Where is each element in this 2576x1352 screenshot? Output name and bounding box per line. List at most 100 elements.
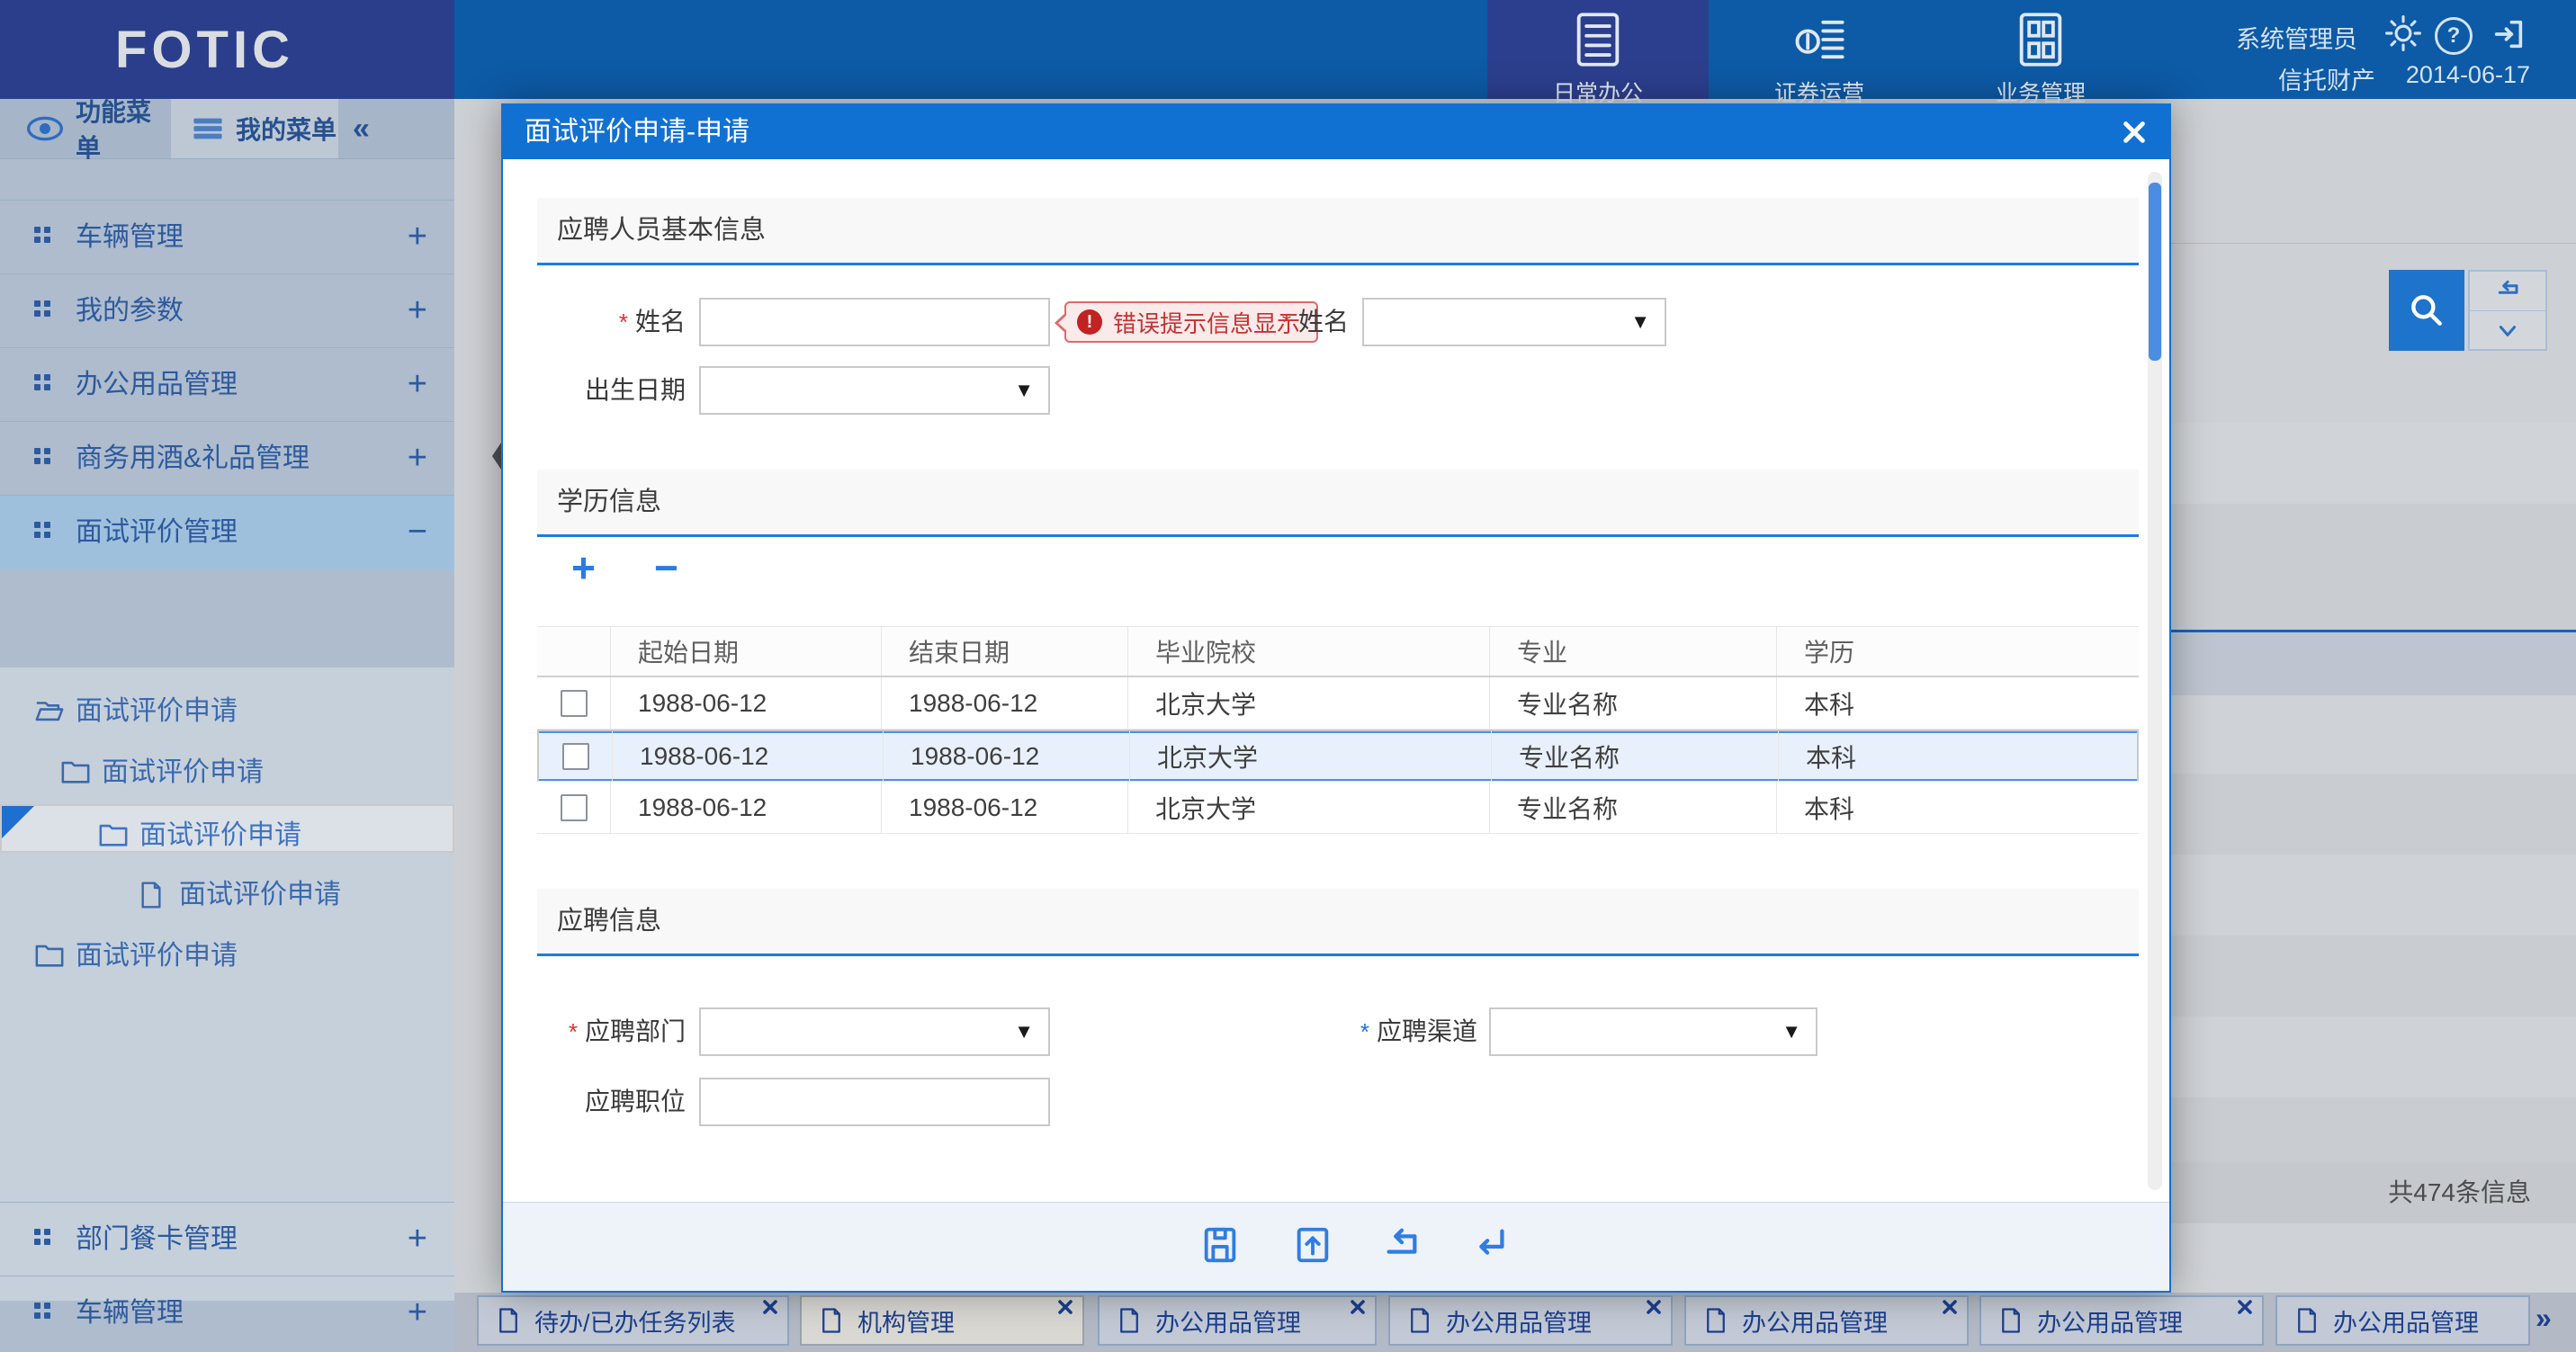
- row-checkbox[interactable]: [562, 743, 589, 770]
- reset-button[interactable]: [2470, 272, 2545, 311]
- tab-label: 办公用品管理: [1742, 1303, 1888, 1339]
- tooltip-arrow: [1058, 314, 1068, 332]
- expand-toggle[interactable]: +: [408, 422, 427, 494]
- undo-button[interactable]: [1380, 1224, 1423, 1267]
- sidebar-item-vehicle-mgmt[interactable]: 车辆管理 +: [0, 200, 454, 274]
- expand-toggle[interactable]: +: [408, 1276, 427, 1348]
- add-row-button[interactable]: +: [571, 544, 596, 591]
- section-title: 学历信息: [537, 470, 2139, 535]
- folder-open-icon: [34, 697, 65, 724]
- upload-button[interactable]: [1292, 1224, 1335, 1267]
- current-date: 2014-06-17: [2406, 61, 2530, 89]
- tab-office-supplies-4[interactable]: 办公用品管理: [1979, 1295, 2264, 1346]
- close-icon[interactable]: [1350, 1299, 1366, 1315]
- bg-selected-row: [2171, 632, 2576, 695]
- document-icon: [820, 1307, 843, 1334]
- scrollbar-thumb[interactable]: [2149, 183, 2161, 361]
- close-icon[interactable]: [1942, 1299, 1958, 1315]
- sidebar-item-dept-meal-card-mgmt[interactable]: 部门餐卡管理 +: [0, 1202, 454, 1276]
- section-application: 应聘信息: [537, 889, 2139, 956]
- tree-item-interview-eval-apply-3-selected[interactable]: 面试评价申请: [0, 804, 454, 853]
- apply-position-label: 应聘职位: [503, 1078, 686, 1126]
- help-icon[interactable]: ?: [2435, 17, 2473, 55]
- dialog-titlebar: 面试评价申请-申请: [503, 105, 2169, 159]
- sidebar-item-office-supplies-mgmt[interactable]: 办公用品管理 +: [0, 347, 454, 422]
- dialog-scrollbar[interactable]: [2148, 172, 2162, 1190]
- logout-icon[interactable]: [2491, 16, 2527, 52]
- column-header: 起始日期: [610, 627, 881, 676]
- name-label: *姓名: [503, 298, 686, 346]
- save-button[interactable]: [1199, 1224, 1243, 1267]
- close-icon[interactable]: [1057, 1299, 1073, 1315]
- expand-toggle[interactable]: +: [408, 348, 427, 420]
- tree-item-interview-eval-apply-2[interactable]: 面试评价申请: [0, 743, 454, 802]
- enter-button[interactable]: [1469, 1224, 1512, 1267]
- nav-business-mgmt[interactable]: 业务管理: [1930, 0, 2151, 99]
- apply-position-input[interactable]: [699, 1078, 1050, 1126]
- column-header: 结束日期: [881, 627, 1127, 676]
- apply-channel-select[interactable]: ▼: [1489, 1007, 1818, 1056]
- expand-toggle[interactable]: +: [408, 201, 427, 273]
- sidebar-collapse-button[interactable]: «: [353, 112, 370, 147]
- section-title: 应聘信息: [537, 889, 2139, 954]
- tab-todo-tasks[interactable]: 待办/已办任务列表: [477, 1295, 789, 1346]
- record-count: 共474条信息: [2171, 1162, 2531, 1223]
- name-input[interactable]: [699, 298, 1050, 346]
- tab-org-mgmt[interactable]: 机构管理: [800, 1295, 1084, 1346]
- birth-date-select[interactable]: ▼: [699, 366, 1050, 415]
- dialog-title: 面试评价申请-申请: [525, 105, 749, 159]
- tab-label: 办公用品管理: [1155, 1303, 1301, 1339]
- gear-icon[interactable]: [2384, 14, 2422, 52]
- name2-select[interactable]: ▼: [1362, 298, 1666, 346]
- apply-channel-label: *应聘渠道: [1261, 1007, 1477, 1056]
- tab-label: 办公用品管理: [2037, 1303, 2183, 1339]
- tree-item-interview-eval-apply-4[interactable]: 面试评价申请: [0, 865, 454, 925]
- tab-function-menu[interactable]: 功能菜单: [0, 99, 171, 158]
- name2-label: *姓名: [1133, 298, 1349, 346]
- sidebar-item-my-params[interactable]: 我的参数 +: [0, 273, 454, 348]
- tab-office-supplies-3[interactable]: 办公用品管理: [1684, 1295, 1969, 1346]
- collapse-toggle[interactable]: −: [408, 496, 427, 568]
- column-header: 学历: [1776, 627, 2139, 676]
- close-icon[interactable]: [1646, 1299, 1662, 1315]
- sidebar-item-label: 办公用品管理: [76, 348, 238, 422]
- document-icon: [1408, 1307, 1432, 1334]
- tab-office-supplies-2[interactable]: 办公用品管理: [1388, 1295, 1673, 1346]
- folder-icon: [34, 942, 65, 969]
- expand-toggle[interactable]: +: [408, 274, 427, 346]
- remove-row-button[interactable]: −: [654, 544, 678, 591]
- expand-toggle[interactable]: +: [408, 1203, 427, 1275]
- table-row[interactable]: 1988-06-12 1988-06-12 北京大学 专业名称 本科: [537, 677, 2139, 730]
- tab-label: 办公用品管理: [2333, 1303, 2479, 1339]
- close-icon[interactable]: [762, 1299, 778, 1315]
- nav-securities-ops[interactable]: 证券运营: [1709, 0, 1930, 99]
- sidebar-item-business-wine-gifts-mgmt[interactable]: 商务用酒&礼品管理 +: [0, 421, 454, 496]
- row-checkbox[interactable]: [561, 690, 588, 717]
- tab-office-supplies-1[interactable]: 办公用品管理: [1098, 1295, 1377, 1346]
- sidebar-tabs: 功能菜单 我的菜单 «: [0, 99, 454, 159]
- tab-office-supplies-5[interactable]: 办公用品管理: [2275, 1295, 2530, 1346]
- nav-daily-office[interactable]: 日常办公: [1487, 0, 1709, 99]
- tab-overflow-button[interactable]: »: [2536, 1302, 2552, 1335]
- table-row[interactable]: 1988-06-12 1988-06-12 北京大学 专业名称 本科: [537, 782, 2139, 834]
- sidebar-item-interview-eval-mgmt[interactable]: 面试评价管理 −: [0, 495, 454, 569]
- search-button[interactable]: [2389, 270, 2464, 351]
- tree-item-interview-eval-apply-1[interactable]: 面试评价申请: [0, 682, 454, 741]
- apply-dept-select[interactable]: ▼: [699, 1007, 1050, 1056]
- expand-search-button[interactable]: [2470, 311, 2545, 350]
- tab-my-menu[interactable]: 我的菜单: [171, 99, 338, 158]
- cell-major: 专业名称: [1489, 782, 1776, 833]
- grip-dots-icon: [34, 374, 49, 389]
- table-row-selected[interactable]: 1988-06-12 1988-06-12 北京大学 专业名称 本科: [537, 730, 2139, 782]
- cell-major: 专业名称: [1491, 731, 1778, 781]
- tree-item-interview-eval-apply-5[interactable]: 面试评价申请: [0, 927, 454, 986]
- close-icon[interactable]: [2237, 1299, 2253, 1315]
- sidebar-item-vehicle-mgmt-2[interactable]: 车辆管理 +: [0, 1276, 454, 1352]
- close-icon[interactable]: [2121, 119, 2148, 146]
- document-icon: [497, 1307, 520, 1334]
- bg-row: [2171, 695, 2576, 774]
- document-icon: [2295, 1307, 2319, 1334]
- error-icon: !: [1077, 309, 1102, 335]
- bg-row: [2171, 774, 2576, 855]
- row-checkbox[interactable]: [561, 794, 588, 821]
